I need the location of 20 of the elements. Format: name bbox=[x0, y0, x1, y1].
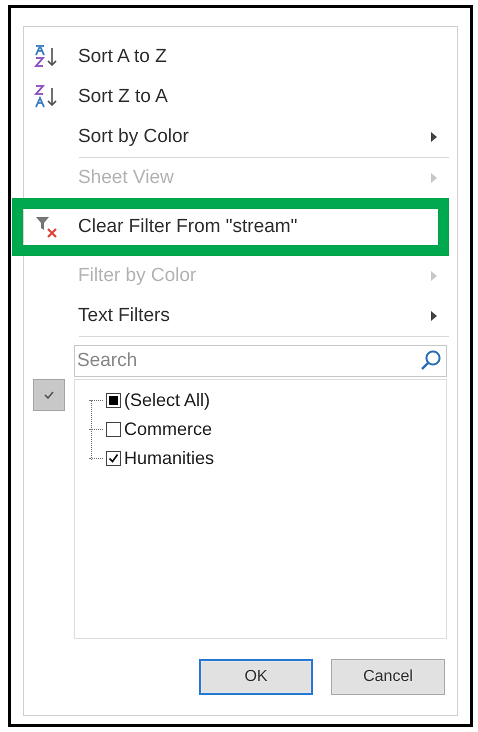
search-field[interactable]: Search bbox=[74, 345, 447, 377]
submenu-arrow-icon bbox=[431, 311, 437, 321]
menu-item[interactable]: Clear Filter From "stream" bbox=[12, 198, 449, 256]
submenu-arrow-icon bbox=[431, 173, 437, 183]
menu-item[interactable]: Sort Z to A bbox=[24, 77, 449, 117]
checkmark-indicator bbox=[33, 379, 65, 411]
checkbox[interactable] bbox=[106, 422, 121, 437]
checkbox[interactable] bbox=[106, 393, 121, 408]
menu-item[interactable]: Sort by Color bbox=[24, 117, 449, 157]
value-label: (Select All) bbox=[124, 389, 210, 412]
submenu-arrow-icon bbox=[431, 271, 437, 281]
clear-filter-icon bbox=[34, 214, 60, 240]
value-label: Commerce bbox=[124, 418, 212, 441]
menu-item[interactable]: Text Filters bbox=[24, 296, 449, 336]
value-label: Humanities bbox=[124, 447, 214, 470]
menu-item[interactable]: Sort A to Z bbox=[24, 37, 449, 77]
ok-button[interactable]: OK bbox=[199, 659, 313, 695]
submenu-arrow-icon bbox=[431, 132, 437, 142]
cancel-button[interactable]: Cancel bbox=[331, 659, 445, 695]
checkbox[interactable] bbox=[106, 451, 121, 466]
